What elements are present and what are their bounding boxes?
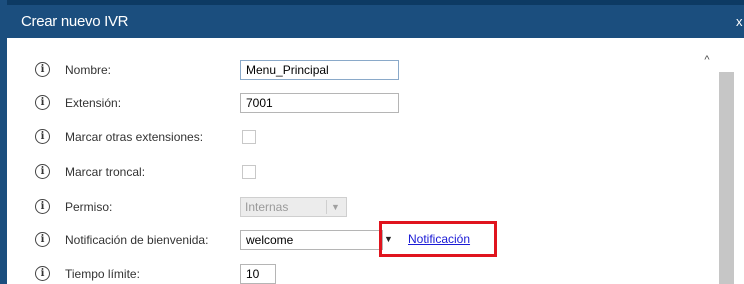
info-icon[interactable]: i xyxy=(35,199,50,214)
notificacion-select[interactable]: welcome xyxy=(240,230,383,250)
select-separator xyxy=(326,200,327,214)
scrollbar-thumb[interactable] xyxy=(719,72,734,284)
dialog-titlebar[interactable]: Crear nuevo IVR x xyxy=(7,0,744,38)
marcar-troncal-label: Marcar troncal: xyxy=(65,165,146,179)
highlight-annotation xyxy=(379,221,497,257)
info-icon[interactable]: i xyxy=(35,266,50,281)
row-nombre: i Nombre: Menu_Principal xyxy=(7,60,687,80)
info-icon[interactable]: i xyxy=(35,129,50,144)
tiempo-limite-label: Tiempo límite: xyxy=(65,267,140,281)
vertical-scrollbar[interactable]: ^ xyxy=(695,47,744,284)
info-icon[interactable]: i xyxy=(35,164,50,179)
tiempo-limite-input[interactable]: 10 xyxy=(240,264,276,284)
info-icon[interactable]: i xyxy=(35,232,50,247)
info-icon[interactable]: i xyxy=(35,95,50,110)
extension-input[interactable]: 7001 xyxy=(240,93,399,113)
marcar-extensiones-checkbox[interactable] xyxy=(242,130,256,144)
row-marcar-extensiones: i Marcar otras extensiones: xyxy=(7,127,687,147)
permiso-select: Internas ▼ xyxy=(240,197,347,217)
marcar-extensiones-label: Marcar otras extensiones: xyxy=(65,130,204,144)
chevron-up-icon[interactable]: ^ xyxy=(699,53,715,67)
row-notificacion: i Notificación de bienvenida: welcome ▼ … xyxy=(7,230,687,250)
marcar-troncal-checkbox[interactable] xyxy=(242,165,256,179)
row-marcar-troncal: i Marcar troncal: xyxy=(7,162,687,182)
nombre-input[interactable]: Menu_Principal xyxy=(240,60,399,80)
row-tiempo-limite: i Tiempo límite: 10 xyxy=(7,264,687,284)
row-extension: i Extensión: 7001 xyxy=(7,93,687,113)
nombre-label: Nombre: xyxy=(65,63,112,77)
notificacion-selected-value: welcome xyxy=(246,233,294,247)
triangle-down-icon: ▼ xyxy=(331,202,340,212)
permiso-label: Permiso: xyxy=(65,200,113,214)
close-icon[interactable]: x xyxy=(736,14,744,29)
create-ivr-dialog: Crear nuevo IVR x ^ i Nombre: Menu_Princ… xyxy=(0,0,744,284)
notificacion-label: Notificación de bienvenida: xyxy=(65,233,209,247)
info-icon[interactable]: i xyxy=(35,62,50,77)
extension-label: Extensión: xyxy=(65,96,122,110)
row-permiso: i Permiso: Internas ▼ xyxy=(7,197,687,217)
permiso-selected-value: Internas xyxy=(245,200,289,214)
dialog-title: Crear nuevo IVR xyxy=(21,13,129,30)
